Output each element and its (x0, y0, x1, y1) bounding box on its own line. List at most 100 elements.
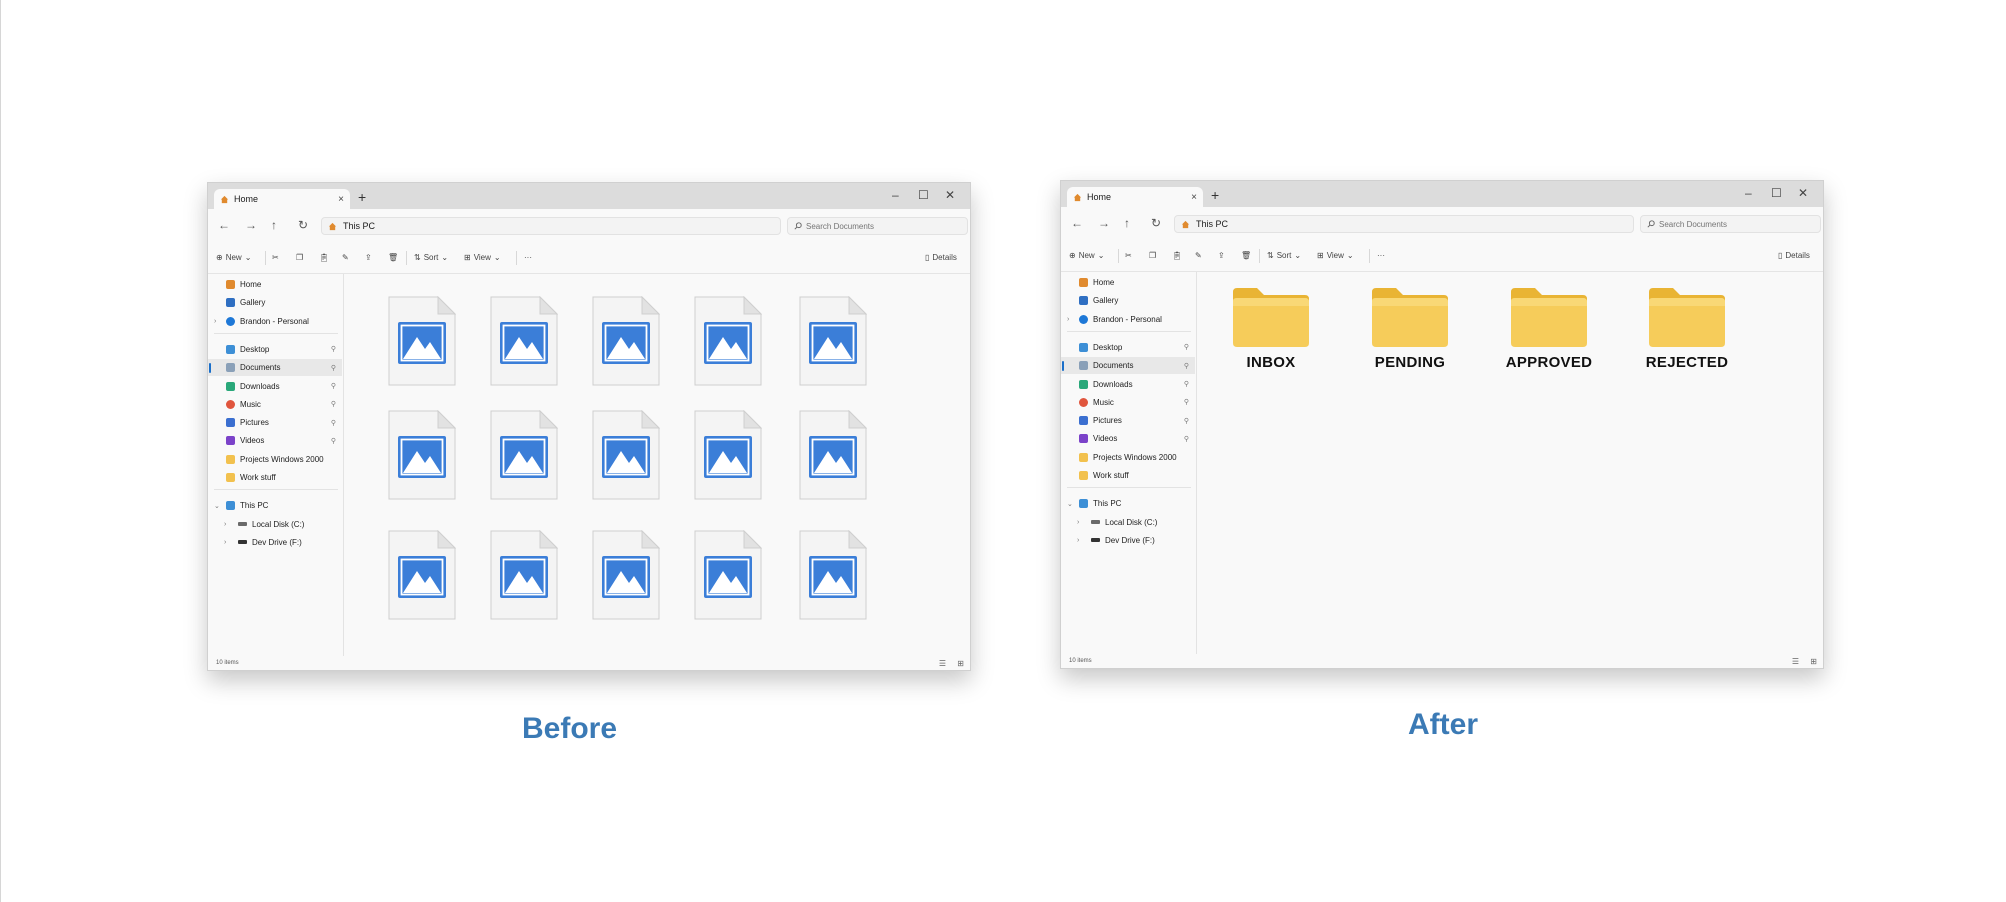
pin-icon[interactable]: ⚲ (331, 419, 336, 427)
refresh-icon[interactable]: ↻ (298, 218, 308, 232)
image-file-item[interactable] (388, 529, 457, 620)
address-bar[interactable]: This PC (1174, 215, 1634, 233)
sidebar-item-downloads[interactable]: Downloads ⚲ (1061, 376, 1195, 393)
sidebar-item-brandon-personal[interactable]: › Brandon - Personal (208, 313, 342, 330)
close-tab-icon[interactable]: × (1191, 192, 1197, 203)
sidebar-item-music[interactable]: Music ⚲ (1061, 394, 1195, 411)
pin-icon[interactable]: ⚲ (1184, 343, 1189, 351)
back-icon[interactable]: ← (218, 218, 230, 232)
sidebar-item-home[interactable]: Home (1061, 274, 1195, 291)
sidebar-item-music[interactable]: Music ⚲ (208, 396, 342, 413)
minimize-button[interactable]: – (892, 188, 899, 202)
paste-icon[interactable]: 📋︎ (319, 252, 329, 264)
refresh-icon[interactable]: ↻ (1151, 216, 1161, 230)
forward-icon[interactable]: → (1098, 216, 1110, 230)
sidebar-item-desktop[interactable]: Desktop ⚲ (1061, 339, 1195, 356)
share-icon[interactable]: ⇪ (365, 252, 372, 264)
close-tab-icon[interactable]: × (338, 194, 344, 205)
copy-icon[interactable]: ❐ (296, 252, 303, 264)
image-file-item[interactable] (799, 529, 868, 620)
sidebar-item-work-stuff[interactable]: Work stuff (208, 469, 342, 486)
pin-icon[interactable]: ⚲ (1184, 362, 1189, 370)
minimize-button[interactable]: – (1745, 186, 1752, 200)
tab-home[interactable]: Home × (1067, 187, 1203, 207)
sidebar-item-projects-windows-2000[interactable]: Projects Windows 2000 (208, 451, 342, 468)
pin-icon[interactable]: ⚲ (1184, 435, 1189, 443)
up-icon[interactable]: ↑ (1124, 216, 1130, 230)
cut-icon[interactable]: ✂ (1125, 250, 1132, 262)
folder-item[interactable]: PENDING (1350, 282, 1470, 382)
sidebar-item-home[interactable]: Home (208, 276, 342, 293)
sidebar-item-gallery[interactable]: Gallery (208, 294, 342, 311)
image-file-item[interactable] (388, 409, 457, 500)
chevron-right-icon[interactable]: › (214, 318, 216, 325)
view-button[interactable]: ⊞ View ⌄ (1317, 250, 1354, 262)
chevron-down-icon[interactable]: ⌄ (214, 502, 220, 510)
image-file-item[interactable] (799, 409, 868, 500)
folder-item[interactable]: APPROVED (1489, 282, 1609, 382)
sidebar-item-local-disk-c[interactable]: › Local Disk (C:) (208, 516, 342, 533)
image-file-item[interactable] (490, 529, 559, 620)
share-icon[interactable]: ⇪ (1218, 250, 1225, 262)
chevron-right-icon[interactable]: › (1077, 537, 1079, 544)
delete-icon[interactable]: 🗑︎ (1241, 250, 1251, 262)
image-file-item[interactable] (490, 295, 559, 386)
new-tab-button[interactable]: + (358, 189, 366, 205)
chevron-right-icon[interactable]: › (1067, 316, 1069, 323)
back-icon[interactable]: ← (1071, 216, 1083, 230)
details-button[interactable]: ▯ Details (1778, 250, 1810, 262)
sort-button[interactable]: ⇅ Sort ⌄ (1267, 250, 1301, 262)
grid-view-icon[interactable]: ⊞ (957, 659, 964, 668)
folder-item[interactable]: REJECTED (1627, 282, 1747, 382)
pin-icon[interactable]: ⚲ (1184, 380, 1189, 388)
sidebar-item-this-pc[interactable]: ⌄ This PC (208, 497, 342, 514)
tab-home[interactable]: Home × (214, 189, 350, 209)
grid-view-icon[interactable]: ⊞ (1810, 657, 1817, 666)
sidebar-item-this-pc[interactable]: ⌄ This PC (1061, 495, 1195, 512)
image-file-item[interactable] (388, 295, 457, 386)
pin-icon[interactable]: ⚲ (331, 400, 336, 408)
list-view-icon[interactable]: ☰ (939, 659, 946, 668)
copy-icon[interactable]: ❐ (1149, 250, 1156, 262)
image-file-item[interactable] (694, 295, 763, 386)
pin-icon[interactable]: ⚲ (331, 437, 336, 445)
delete-icon[interactable]: 🗑︎ (388, 252, 398, 264)
folder-item[interactable]: INBOX (1211, 282, 1331, 382)
sidebar-item-local-disk-c[interactable]: › Local Disk (C:) (1061, 514, 1195, 531)
up-icon[interactable]: ↑ (271, 218, 277, 232)
rename-icon[interactable]: ✎ (1195, 250, 1202, 262)
maximize-button[interactable]: ☐ (918, 188, 929, 202)
sidebar-item-pictures[interactable]: Pictures ⚲ (1061, 412, 1195, 429)
sidebar-item-dev-drive-f[interactable]: › Dev Drive (F:) (1061, 532, 1195, 549)
new-tab-button[interactable]: + (1211, 187, 1219, 203)
pin-icon[interactable]: ⚲ (331, 345, 336, 353)
image-file-item[interactable] (592, 409, 661, 500)
sidebar-item-videos[interactable]: Videos ⚲ (208, 432, 342, 449)
chevron-down-icon[interactable]: ⌄ (1067, 500, 1073, 508)
close-window-button[interactable]: ✕ (945, 188, 955, 202)
more-options-button[interactable]: ··· (524, 252, 532, 264)
sidebar-item-brandon-personal[interactable]: › Brandon - Personal (1061, 311, 1195, 328)
search-input[interactable] (1659, 219, 1799, 229)
sidebar-item-documents[interactable]: Documents ⚲ (1061, 357, 1195, 375)
more-options-button[interactable]: ··· (1377, 250, 1385, 262)
view-button[interactable]: ⊞ View ⌄ (464, 252, 501, 264)
address-bar[interactable]: This PC (321, 217, 781, 235)
image-file-item[interactable] (694, 409, 763, 500)
forward-icon[interactable]: → (245, 218, 257, 232)
sidebar-item-documents[interactable]: Documents ⚲ (208, 359, 342, 377)
image-file-item[interactable] (592, 295, 661, 386)
sort-button[interactable]: ⇅ Sort ⌄ (414, 252, 448, 264)
details-button[interactable]: ▯ Details (925, 252, 957, 264)
sidebar-item-projects-windows-2000[interactable]: Projects Windows 2000 (1061, 449, 1195, 466)
maximize-button[interactable]: ☐ (1771, 186, 1782, 200)
rename-icon[interactable]: ✎ (342, 252, 349, 264)
sidebar-item-videos[interactable]: Videos ⚲ (1061, 430, 1195, 447)
pin-icon[interactable]: ⚲ (331, 364, 336, 372)
search-input[interactable] (806, 221, 946, 231)
new-button[interactable]: ⊕ New ⌄ (216, 252, 251, 264)
sidebar-item-dev-drive-f[interactable]: › Dev Drive (F:) (208, 534, 342, 551)
pin-icon[interactable]: ⚲ (1184, 417, 1189, 425)
sidebar-item-gallery[interactable]: Gallery (1061, 292, 1195, 309)
sidebar-item-pictures[interactable]: Pictures ⚲ (208, 414, 342, 431)
